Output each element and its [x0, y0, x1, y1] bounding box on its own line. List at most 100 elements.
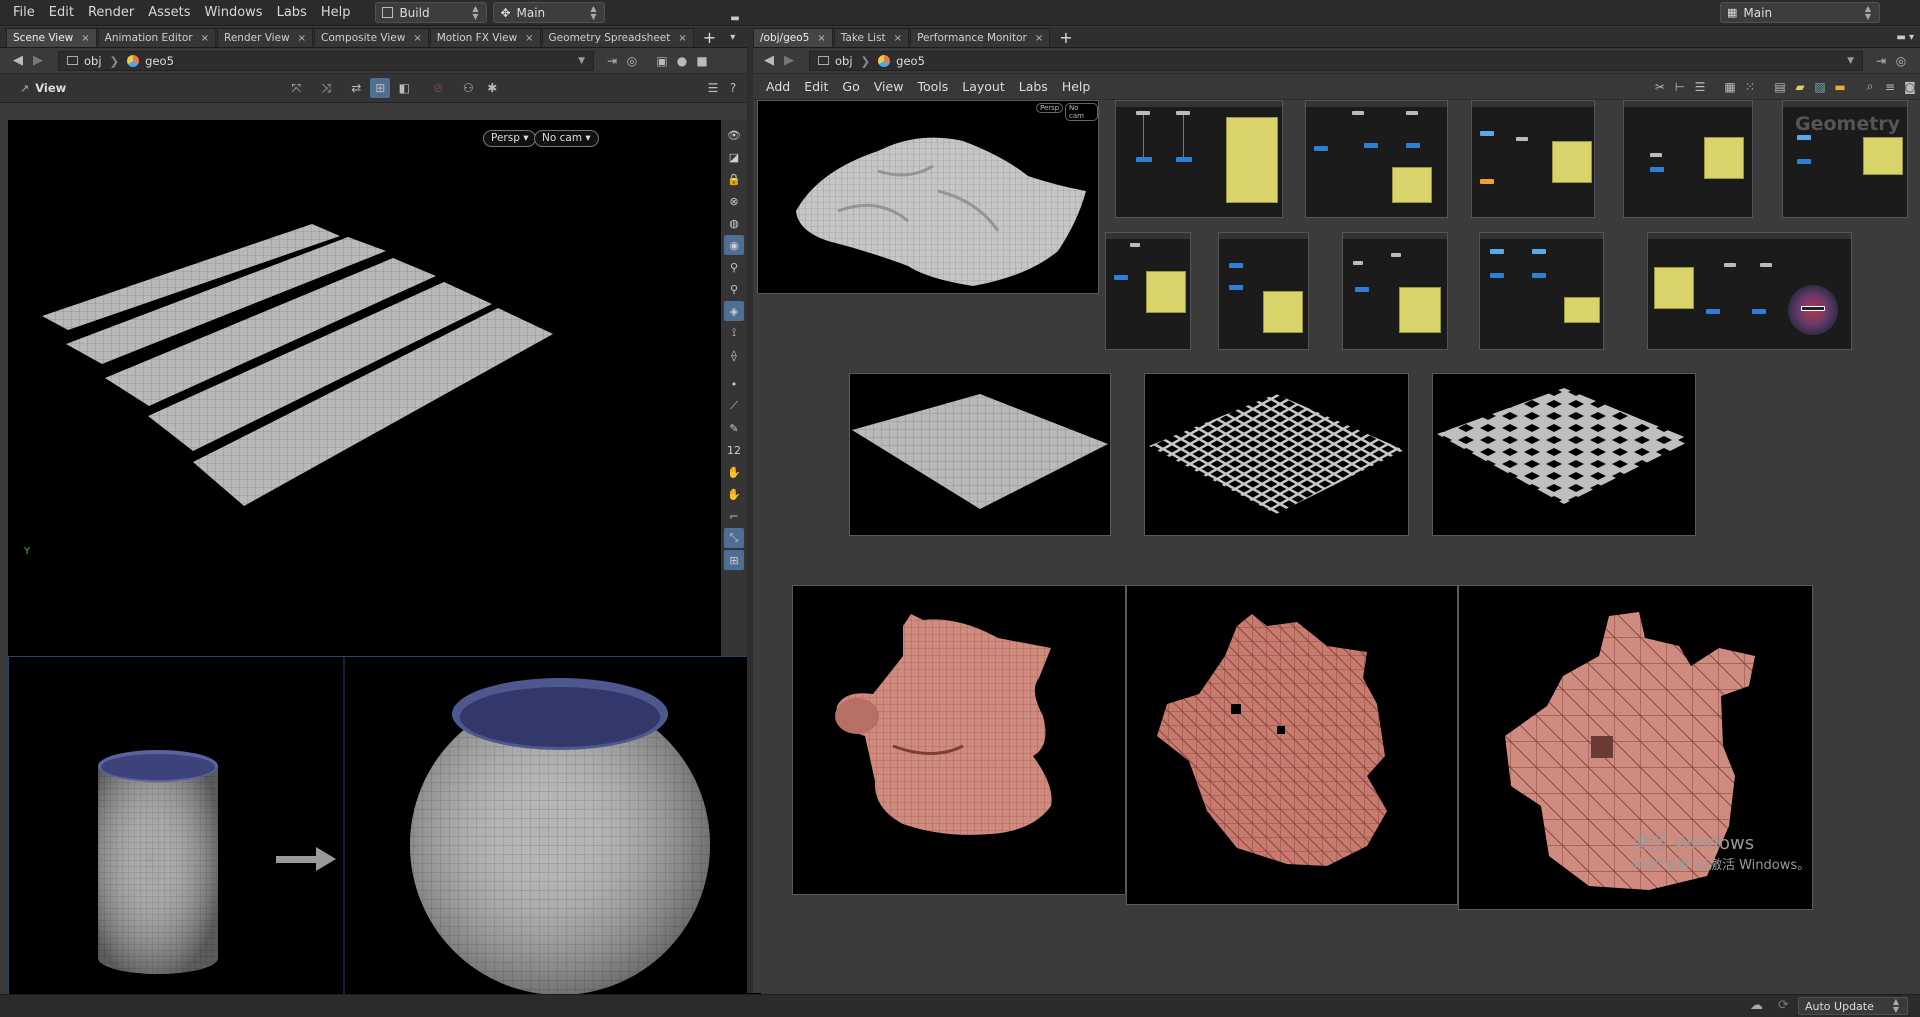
- transform-tool-icon[interactable]: ⇄: [346, 78, 366, 98]
- runlevel-dropdown[interactable]: ✥ Main ▲ ▼: [493, 2, 606, 23]
- menu-edit[interactable]: Edit: [42, 0, 81, 26]
- menu-icon[interactable]: ≡: [1880, 77, 1900, 97]
- path-breadcrumb[interactable]: obj ❯ geo5 ▼: [58, 50, 594, 71]
- scene-viewport[interactable]: Persp ▾ No cam ▾ Y: [8, 120, 721, 660]
- menu-labs[interactable]: Labs: [270, 0, 314, 26]
- refresh-icon[interactable]: ⟳: [1778, 998, 1789, 1013]
- list-icon[interactable]: ☰: [1690, 77, 1710, 97]
- add-tab-icon[interactable]: +: [1051, 28, 1080, 47]
- display-list-icon[interactable]: ☰: [703, 78, 723, 98]
- camera-lock-icon[interactable]: ⊞: [370, 78, 391, 98]
- pin-icon[interactable]: ⇥: [602, 51, 622, 71]
- pin-icon[interactable]: ⇥: [1871, 51, 1891, 71]
- tab-animation-editor[interactable]: Animation Editor ×: [97, 28, 217, 47]
- handle-icon[interactable]: ⟠: [724, 345, 744, 365]
- close-icon[interactable]: ×: [81, 33, 89, 44]
- light-icon[interactable]: ◉: [724, 235, 744, 255]
- background-icon[interactable]: ◍: [724, 213, 744, 233]
- tab-take-list[interactable]: Take List ×: [833, 28, 910, 47]
- light-bulb-2-icon[interactable]: ⚲: [724, 279, 744, 299]
- link-icon[interactable]: ◎: [1891, 51, 1911, 71]
- grid-dots-icon[interactable]: ⁙: [1740, 77, 1760, 97]
- number-icon[interactable]: 12: [724, 440, 744, 460]
- tab-scene-view[interactable]: Scene View ×: [6, 28, 97, 47]
- close-icon[interactable]: ×: [201, 33, 209, 44]
- camera-button[interactable]: No cam ▾: [534, 130, 599, 147]
- point-icon[interactable]: •: [724, 374, 744, 394]
- tab-performance-monitor[interactable]: Performance Monitor ×: [910, 28, 1051, 47]
- network-menu-tools[interactable]: Tools: [910, 74, 955, 100]
- forward-arrow-icon[interactable]: ▶: [28, 53, 48, 68]
- network-menu-edit[interactable]: Edit: [797, 74, 835, 100]
- camera-icon[interactable]: ◈: [724, 301, 744, 321]
- close-icon[interactable]: ×: [298, 33, 306, 44]
- snap-tool-icon[interactable]: ⤨: [316, 78, 336, 98]
- add-tab-icon[interactable]: +: [695, 28, 724, 47]
- network-menu-help[interactable]: Help: [1055, 74, 1098, 100]
- hand-2-icon[interactable]: ✋: [724, 484, 744, 504]
- sticky-note-icon[interactable]: ▰: [1790, 77, 1810, 97]
- back-arrow-icon[interactable]: ◀: [8, 53, 28, 68]
- record-icon[interactable]: ⊘: [428, 78, 448, 98]
- network-menu-go[interactable]: Go: [835, 74, 866, 100]
- wrench-icon[interactable]: ✂: [1650, 77, 1670, 97]
- link-icon[interactable]: ◎: [622, 51, 642, 71]
- tab-render-view[interactable]: Render View ×: [217, 28, 314, 47]
- network-menu-labs[interactable]: Labs: [1012, 74, 1055, 100]
- tab-composite-view[interactable]: Composite View ×: [314, 28, 429, 47]
- visibility-icon[interactable]: 👁: [724, 125, 744, 145]
- shading-icon[interactable]: ●: [672, 51, 692, 71]
- cloud-icon[interactable]: ☁: [1750, 998, 1763, 1013]
- image-icon[interactable]: ▨: [1810, 77, 1830, 97]
- brush-icon[interactable]: ⟋: [724, 396, 744, 416]
- parameter-icon[interactable]: ▤: [1770, 77, 1790, 97]
- camera-icon[interactable]: ◙: [1900, 77, 1920, 97]
- pen-icon[interactable]: ✎: [724, 418, 744, 438]
- close-icon[interactable]: ×: [413, 33, 421, 44]
- back-arrow-icon[interactable]: ◀: [759, 53, 779, 68]
- pane-menu-icon[interactable]: ▬ ▾: [1890, 28, 1920, 47]
- workspace-dropdown[interactable]: ▦ Main ▲ ▼: [1720, 2, 1880, 23]
- forward-arrow-icon[interactable]: ▶: [779, 53, 799, 68]
- light-bulb-icon[interactable]: ⚲: [724, 257, 744, 277]
- render-region-icon[interactable]: ◧: [394, 78, 414, 98]
- help-icon[interactable]: ?: [723, 78, 743, 98]
- hand-icon[interactable]: ✋: [724, 462, 744, 482]
- menu-render[interactable]: Render: [81, 0, 141, 26]
- desktop-dropdown[interactable]: Build ▲ ▼: [375, 2, 488, 23]
- select-visible-icon[interactable]: ◪: [724, 147, 744, 167]
- close-icon[interactable]: ×: [894, 33, 902, 44]
- menu-file[interactable]: File: [6, 0, 42, 26]
- tab-obj-geo5[interactable]: /obj/geo5 ×: [753, 28, 833, 47]
- network-menu-add[interactable]: Add: [759, 74, 797, 100]
- close-icon[interactable]: ×: [817, 33, 825, 44]
- settings-gear-icon[interactable]: ✱: [482, 78, 502, 98]
- network-editor-canvas[interactable]: Persp No cam Geometry 激活 Windows 转到"设置"以…: [753, 100, 1920, 993]
- close-icon[interactable]: ×: [678, 33, 686, 44]
- display-options-icon[interactable]: ▣: [652, 51, 672, 71]
- pane-menu-icon[interactable]: ▬ ▾: [724, 9, 747, 47]
- close-icon[interactable]: ×: [525, 33, 533, 44]
- lock-icon[interactable]: 🔒: [724, 169, 744, 189]
- menu-assets[interactable]: Assets: [141, 0, 197, 26]
- menu-windows[interactable]: Windows: [198, 0, 270, 26]
- close-icon[interactable]: ×: [1035, 33, 1043, 44]
- tab-motion-fx-view[interactable]: Motion FX View ×: [429, 28, 541, 47]
- grid-view-icon[interactable]: ▦: [1720, 77, 1740, 97]
- select-tool-icon[interactable]: ⤧: [286, 78, 306, 98]
- network-menu-view[interactable]: View: [867, 74, 911, 100]
- menu-help[interactable]: Help: [314, 0, 358, 26]
- flipbook-icon[interactable]: ⚇: [458, 78, 478, 98]
- persp-button[interactable]: Persp ▾: [483, 130, 537, 147]
- corner-icon[interactable]: ⌐: [724, 506, 744, 526]
- box-icon[interactable]: ▬: [1830, 77, 1850, 97]
- snapping-icon[interactable]: ⤡: [724, 528, 744, 548]
- path-breadcrumb[interactable]: obj ❯ geo5 ▼: [809, 50, 1863, 71]
- auto-update-dropdown[interactable]: Auto Update ▲ ▼: [1798, 997, 1908, 1015]
- network-menu-layout[interactable]: Layout: [955, 74, 1012, 100]
- tab-geometry-spreadsheet[interactable]: Geometry Spreadsheet ×: [541, 28, 694, 47]
- guide-icon[interactable]: ⟟: [724, 323, 744, 343]
- maximize-icon[interactable]: ■: [692, 51, 712, 71]
- ghost-icon[interactable]: ⊗: [724, 191, 744, 211]
- grid-snap-icon[interactable]: ⊞: [724, 550, 744, 570]
